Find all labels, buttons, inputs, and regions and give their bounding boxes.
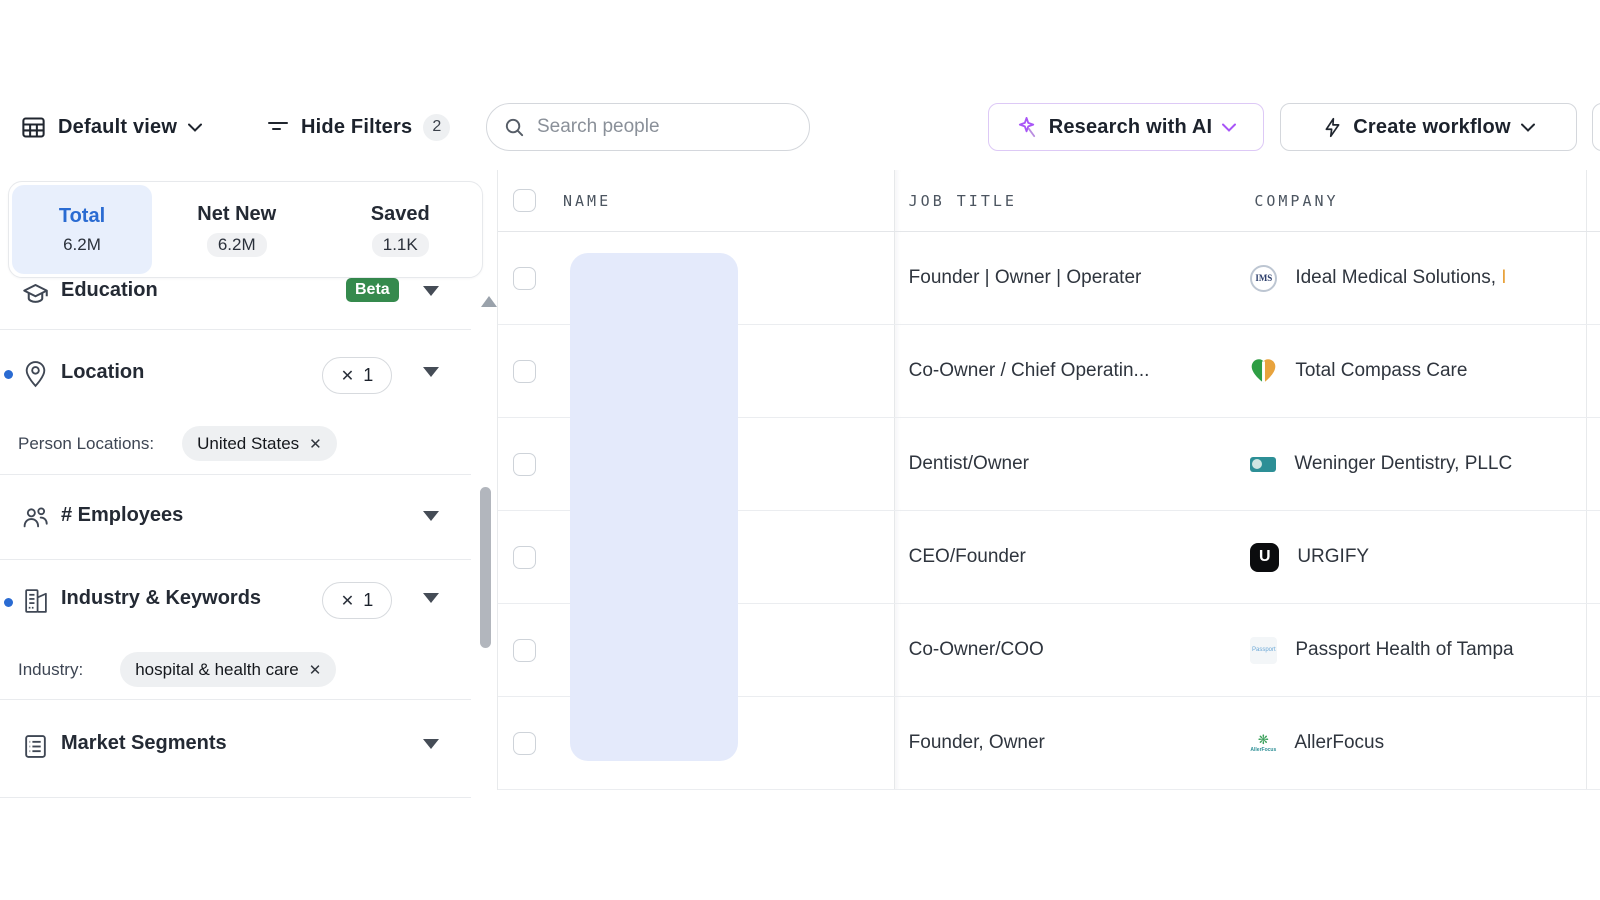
search-icon — [503, 116, 526, 139]
weninger-dentistry-logo — [1250, 457, 1276, 472]
row-checkbox[interactable] — [513, 546, 536, 569]
education-expand-chevron[interactable] — [423, 286, 439, 296]
row-checkbox[interactable] — [513, 732, 536, 755]
hide-filters-button[interactable]: Hide Filters 2 — [266, 103, 450, 151]
job-title-cell: CEO/Founder — [909, 546, 1026, 568]
education-filter-label: Education — [61, 279, 158, 302]
filter-section-location: Location ✕ 1 Person Locations: United St… — [0, 330, 471, 475]
tab-value: 6.2M — [207, 233, 267, 257]
location-expand-chevron[interactable] — [423, 367, 439, 377]
industry-chip-hospital[interactable]: hospital & health care ✕ — [120, 652, 336, 687]
tab-value: 1.1K — [372, 233, 429, 257]
row-checkbox[interactable] — [513, 639, 536, 662]
company-cell[interactable]: URGIFY — [1297, 546, 1369, 568]
tab-value: 6.2M — [63, 235, 101, 255]
close-icon[interactable]: ✕ — [309, 435, 322, 453]
close-icon: ✕ — [341, 366, 354, 386]
chevron-down-icon — [1222, 123, 1236, 132]
company-cell[interactable]: AllerFocus — [1294, 732, 1384, 754]
location-filter-count: 1 — [363, 365, 373, 386]
ai-sparkle-icon — [1016, 116, 1039, 139]
job-title-cell: Co-Owner/COO — [909, 639, 1044, 661]
active-filter-dot — [4, 370, 13, 379]
market-segments-filter-label: Market Segments — [61, 732, 227, 755]
company-cell[interactable]: Total Compass Care — [1295, 360, 1467, 382]
search-people-box[interactable] — [486, 103, 810, 151]
industry-clear-pill[interactable]: ✕ 1 — [322, 582, 392, 619]
lightning-bolt-icon — [1322, 116, 1343, 139]
location-filter-label: Location — [61, 361, 144, 384]
company-cell[interactable]: Passport Health of Tampa — [1295, 639, 1513, 661]
industry-expand-chevron[interactable] — [423, 593, 439, 603]
grid-view-icon — [20, 114, 47, 141]
tab-label: Total — [59, 205, 105, 228]
tab-label: Net New — [197, 203, 276, 226]
location-pin-icon — [23, 360, 48, 389]
job-title-cell: Dentist/Owner — [909, 453, 1029, 475]
industry-sub-label: Industry: — [18, 660, 83, 680]
company-column-header: COMPANY — [1254, 192, 1338, 210]
job-title-cell: Founder, Owner — [909, 732, 1045, 754]
hide-filters-label: Hide Filters — [301, 116, 412, 139]
select-all-checkbox[interactable] — [513, 189, 536, 212]
job-title-cell: Founder | Owner | Operater — [909, 267, 1142, 289]
default-view-label: Default view — [58, 116, 177, 139]
urgify-logo: U — [1250, 543, 1279, 572]
chevron-down-icon — [1521, 123, 1535, 132]
employees-filter-label: # Employees — [61, 504, 183, 527]
sidebar-scroll-up-arrow[interactable] — [481, 296, 497, 307]
chevron-down-icon — [188, 123, 202, 132]
filter-icon — [266, 115, 290, 139]
location-clear-pill[interactable]: ✕ 1 — [322, 357, 392, 394]
tab-label: Saved — [371, 203, 430, 226]
job-title-cell: Co-Owner / Chief Operatin... — [909, 360, 1150, 382]
research-with-ai-label: Research with AI — [1049, 116, 1213, 139]
results-tabs-card: Total 6.2M Net New 6.2M Saved 1.1K — [8, 181, 483, 278]
tab-net-new[interactable]: Net New 6.2M — [155, 182, 319, 277]
industry-filter-count: 1 — [363, 590, 373, 611]
name-column-header: NAME — [563, 192, 611, 210]
close-icon[interactable]: ✕ — [309, 661, 322, 679]
person-locations-label: Person Locations: — [18, 434, 154, 454]
chip-label: United States — [197, 434, 299, 454]
beta-badge: Beta — [346, 278, 399, 302]
default-view-button[interactable]: Default view — [20, 103, 202, 151]
chip-label: hospital & health care — [135, 660, 299, 680]
filter-section-market-segments[interactable]: Market Segments — [0, 700, 471, 798]
clipped-toolbar-button[interactable] — [1592, 103, 1600, 151]
allerfocus-leaf-glyph: ❋ — [1258, 734, 1269, 746]
filter-count-badge: 2 — [423, 114, 450, 141]
company-cell[interactable]: Weninger Dentistry, PLLC — [1294, 453, 1512, 475]
allerfocus-logo: ❋ AllerFocus — [1250, 730, 1276, 756]
industry-filter-label: Industry & Keywords — [61, 587, 261, 610]
tab-total[interactable]: Total 6.2M — [12, 185, 152, 274]
total-compass-care-logo — [1250, 358, 1277, 384]
tab-saved[interactable]: Saved 1.1K — [319, 182, 483, 277]
create-workflow-label: Create workflow — [1353, 116, 1510, 139]
employees-people-icon — [22, 505, 49, 529]
graduation-cap-icon — [22, 282, 49, 306]
research-with-ai-button[interactable]: Research with AI — [988, 103, 1264, 151]
row-checkbox[interactable] — [513, 360, 536, 383]
sidebar-scrollbar-thumb[interactable] — [480, 487, 491, 648]
company-cell[interactable]: Ideal Medical Solutions, I — [1295, 267, 1506, 289]
close-icon: ✕ — [341, 591, 354, 611]
table-header-row: NAME JOB TITLE COMPANY — [498, 170, 1600, 232]
employees-expand-chevron[interactable] — [423, 511, 439, 521]
location-chip-united-states[interactable]: United States ✕ — [182, 426, 337, 461]
industry-building-icon — [22, 586, 49, 615]
row-checkbox[interactable] — [513, 453, 536, 476]
row-checkbox[interactable] — [513, 267, 536, 290]
name-privacy-overlay — [570, 253, 738, 761]
market-segments-list-icon — [23, 733, 48, 760]
passport-health-logo: Passport — [1250, 637, 1277, 664]
filter-section-industry: Industry & Keywords ✕ 1 Industry: hospit… — [0, 560, 471, 700]
create-workflow-button[interactable]: Create workflow — [1280, 103, 1577, 151]
job-title-column-header: JOB TITLE — [909, 192, 1017, 210]
filter-section-employees[interactable]: # Employees — [0, 475, 471, 560]
market-segments-expand-chevron[interactable] — [423, 739, 439, 749]
search-input[interactable] — [537, 116, 767, 138]
active-filter-dot — [4, 598, 13, 607]
ideal-medical-solutions-logo: IMS — [1250, 265, 1277, 292]
